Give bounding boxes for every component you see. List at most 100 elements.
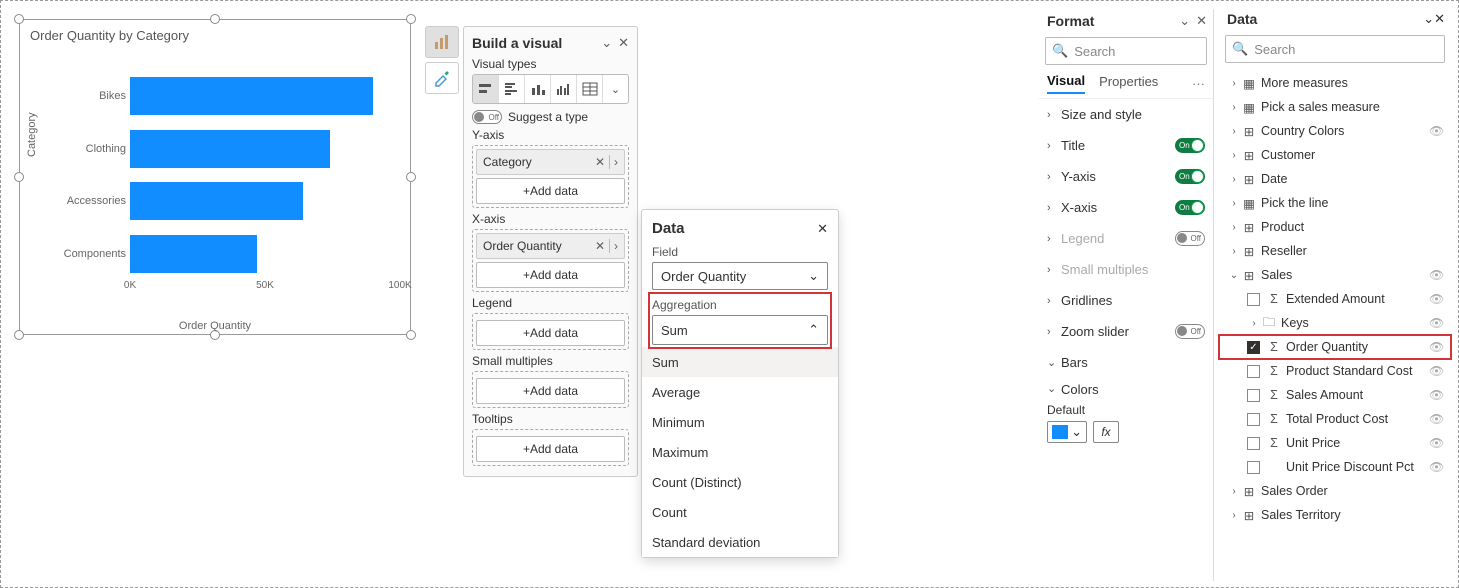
add-data-button[interactable]: +Add data: [476, 378, 625, 404]
fields-search[interactable]: 🔍 Search: [1225, 35, 1445, 63]
aggregation-option-count-distinct[interactable]: Count (Distinct): [642, 467, 838, 497]
small-multiples-well[interactable]: +Add data: [472, 371, 629, 408]
visual-type-column-icon[interactable]: [525, 75, 551, 103]
hidden-icon[interactable]: 👁: [1429, 412, 1445, 426]
format-zoom-slider[interactable]: ›Zoom sliderOff: [1039, 316, 1213, 347]
visual-type-table-icon[interactable]: [577, 75, 603, 103]
table-reseller[interactable]: ›⊞Reseller: [1219, 239, 1451, 263]
suggest-toggle[interactable]: Off: [472, 110, 502, 124]
hidden-icon[interactable]: 👁: [1429, 340, 1445, 354]
build-visual-icon[interactable]: [425, 26, 459, 58]
table-pick-line[interactable]: ›▦Pick the line: [1219, 191, 1451, 215]
resize-handle[interactable]: [406, 172, 416, 182]
tab-properties[interactable]: Properties: [1099, 74, 1158, 93]
field-keys[interactable]: ›🗀Keys👁: [1219, 311, 1451, 335]
fx-button[interactable]: fx: [1093, 421, 1119, 443]
format-colors-section[interactable]: ⌄Colors Default ⌄ fx: [1039, 378, 1213, 447]
aggregation-option-average[interactable]: Average: [642, 377, 838, 407]
y-axis-field-chip[interactable]: Category ✕›: [476, 149, 625, 175]
visual-type-clustered-column-icon[interactable]: [551, 75, 577, 103]
chevron-right-icon[interactable]: ›: [614, 155, 618, 169]
hidden-icon[interactable]: 👁: [1429, 436, 1445, 450]
format-gridlines[interactable]: ›Gridlines: [1039, 285, 1213, 316]
add-data-button[interactable]: +Add data: [476, 178, 625, 204]
remove-icon[interactable]: ✕: [595, 239, 605, 253]
resize-handle[interactable]: [14, 14, 24, 24]
checkbox[interactable]: [1247, 365, 1260, 378]
format-title[interactable]: ›TitleOn: [1039, 130, 1213, 161]
close-icon[interactable]: ✕: [817, 221, 828, 237]
bar-clothing[interactable]: [130, 130, 330, 168]
x-axis-well[interactable]: Order Quantity ✕› +Add data: [472, 229, 629, 292]
table-more-measures[interactable]: ›▦More measures: [1219, 71, 1451, 95]
close-icon[interactable]: ✕: [1196, 13, 1207, 29]
checkbox[interactable]: [1247, 437, 1260, 450]
table-product[interactable]: ›⊞Product: [1219, 215, 1451, 239]
format-brush-icon[interactable]: [425, 62, 459, 94]
aggregation-option-minimum[interactable]: Minimum: [642, 407, 838, 437]
tooltips-well[interactable]: +Add data: [472, 429, 629, 466]
hidden-icon[interactable]: 👁: [1429, 316, 1445, 330]
toggle-on[interactable]: On: [1175, 169, 1205, 184]
checkbox[interactable]: [1247, 293, 1260, 306]
field-order-quantity[interactable]: ✓ΣOrder Quantity👁: [1219, 335, 1451, 359]
field-extended-amount[interactable]: ΣExtended Amount👁: [1219, 287, 1451, 311]
visual-type-clustered-bar-icon[interactable]: [499, 75, 525, 103]
checkbox[interactable]: [1247, 389, 1260, 402]
format-search[interactable]: 🔍 Search: [1045, 37, 1207, 65]
y-axis-well[interactable]: Category ✕› +Add data: [472, 145, 629, 208]
table-customer[interactable]: ›⊞Customer: [1219, 143, 1451, 167]
chevron-down-icon[interactable]: ⌄: [1423, 11, 1434, 26]
table-pick-sales[interactable]: ›▦Pick a sales measure: [1219, 95, 1451, 119]
format-bars[interactable]: ⌄Bars: [1039, 347, 1213, 378]
toggle-on[interactable]: On: [1175, 138, 1205, 153]
format-size-style[interactable]: ›Size and style: [1039, 99, 1213, 130]
field-unit-price-discount[interactable]: Unit Price Discount Pct👁: [1219, 455, 1451, 479]
legend-well[interactable]: +Add data: [472, 313, 629, 350]
chevron-down-icon[interactable]: ⌄: [601, 35, 612, 51]
x-axis-field-chip[interactable]: Order Quantity ✕›: [476, 233, 625, 259]
hidden-icon[interactable]: 👁: [1429, 460, 1445, 474]
aggregation-dropdown[interactable]: Sum ⌃: [652, 315, 828, 345]
table-date[interactable]: ›⊞Date: [1219, 167, 1451, 191]
aggregation-option-sum[interactable]: Sum: [642, 347, 838, 377]
close-icon[interactable]: ✕: [618, 35, 629, 51]
field-product-std-cost[interactable]: ΣProduct Standard Cost👁: [1219, 359, 1451, 383]
checkbox[interactable]: [1247, 413, 1260, 426]
checkbox[interactable]: [1247, 461, 1260, 474]
hidden-icon[interactable]: 👁: [1429, 124, 1445, 138]
bar-bikes[interactable]: [130, 77, 373, 115]
add-data-button[interactable]: +Add data: [476, 320, 625, 346]
table-country-colors[interactable]: ›⊞Country Colors👁: [1219, 119, 1451, 143]
visual-type-stacked-bar-icon[interactable]: [473, 75, 499, 103]
aggregation-option-stddev[interactable]: Standard deviation: [642, 527, 838, 557]
resize-handle[interactable]: [14, 172, 24, 182]
table-sales[interactable]: ⌄⊞Sales👁: [1219, 263, 1451, 287]
format-x-axis[interactable]: ›X-axisOn: [1039, 192, 1213, 223]
visual-types-picker[interactable]: ⌄: [472, 74, 629, 104]
format-y-axis[interactable]: ›Y-axisOn: [1039, 161, 1213, 192]
hidden-icon[interactable]: 👁: [1429, 364, 1445, 378]
close-icon[interactable]: ✕: [1434, 11, 1445, 26]
field-total-product-cost[interactable]: ΣTotal Product Cost👁: [1219, 407, 1451, 431]
checkbox-checked[interactable]: ✓: [1247, 341, 1260, 354]
add-data-button[interactable]: +Add data: [476, 436, 625, 462]
tab-visual[interactable]: Visual: [1047, 73, 1085, 94]
field-sales-amount[interactable]: ΣSales Amount👁: [1219, 383, 1451, 407]
hidden-icon[interactable]: 👁: [1429, 292, 1445, 306]
resize-handle[interactable]: [406, 14, 416, 24]
color-swatch[interactable]: ⌄: [1047, 421, 1087, 443]
chart-visual[interactable]: Order Quantity by Category Category Bike…: [19, 19, 411, 335]
hidden-icon[interactable]: 👁: [1429, 268, 1445, 282]
aggregation-option-maximum[interactable]: Maximum: [642, 437, 838, 467]
table-sales-territory[interactable]: ›⊞Sales Territory: [1219, 503, 1451, 527]
field-unit-price[interactable]: ΣUnit Price👁: [1219, 431, 1451, 455]
bar-components[interactable]: [130, 235, 257, 273]
toggle-on[interactable]: On: [1175, 200, 1205, 215]
aggregation-option-count[interactable]: Count: [642, 497, 838, 527]
field-dropdown[interactable]: Order Quantity ⌄: [652, 262, 828, 290]
toggle-off[interactable]: Off: [1175, 324, 1205, 339]
add-data-button[interactable]: +Add data: [476, 262, 625, 288]
chevron-down-icon[interactable]: ⌄: [1179, 13, 1190, 29]
remove-icon[interactable]: ✕: [595, 155, 605, 169]
